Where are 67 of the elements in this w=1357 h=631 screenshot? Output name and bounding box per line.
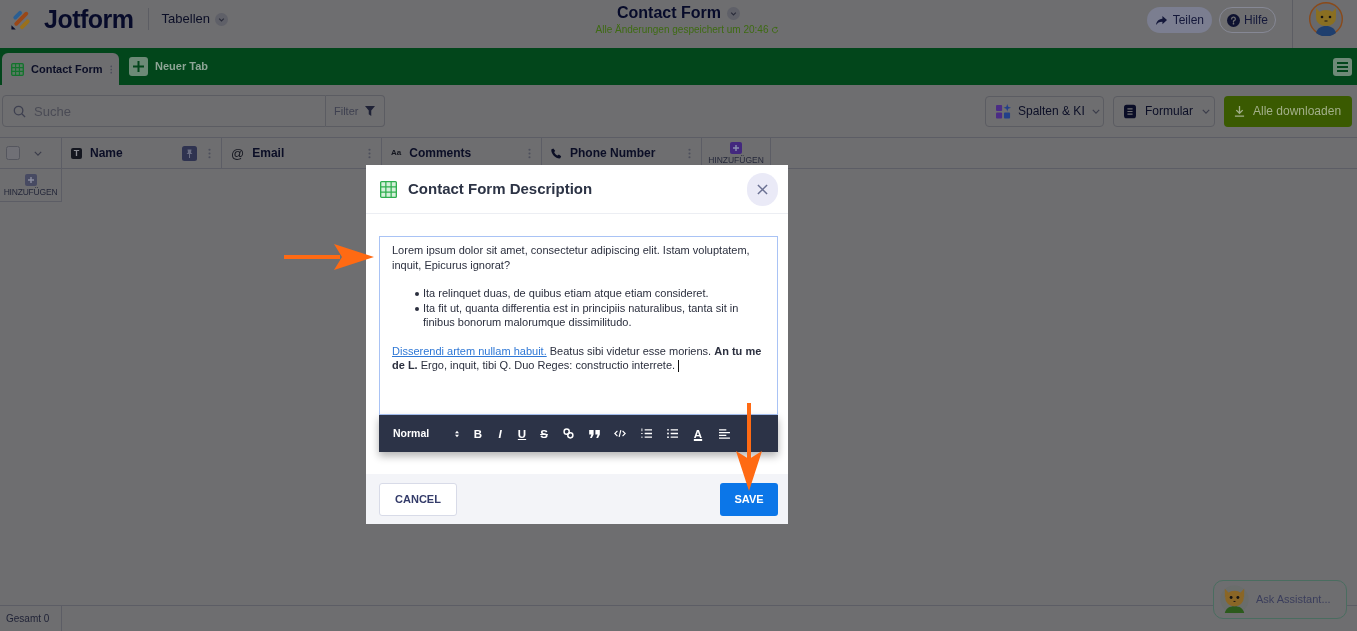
form-button[interactable]: Formular <box>1113 95 1215 127</box>
plus-icon <box>129 57 148 76</box>
phone-icon <box>551 147 562 159</box>
brand-name[interactable]: Jotform <box>44 6 134 32</box>
cancel-button[interactable]: CANCEL <box>379 482 457 516</box>
table-grid-icon <box>380 180 397 198</box>
select-all-checkbox[interactable] <box>6 146 20 160</box>
plus-icon <box>24 173 37 186</box>
bold-button[interactable]: B <box>473 426 483 441</box>
text-editor[interactable] <box>379 236 778 415</box>
pin-icon[interactable] <box>182 145 197 161</box>
cat-avatar-icon[interactable] <box>1309 2 1343 36</box>
bullet-icon <box>415 306 419 311</box>
download-all-button[interactable]: Alle downloaden <box>1224 95 1352 127</box>
search-icon <box>13 105 26 118</box>
quote-icon[interactable] <box>588 429 600 438</box>
chevron-down-icon[interactable] <box>34 150 42 156</box>
dialog-title: Contact Form Description <box>408 178 593 199</box>
columns-ai-button[interactable]: Spalten & KI <box>985 95 1104 127</box>
numbered-list-icon[interactable] <box>640 428 652 439</box>
underline-button[interactable]: U <box>517 426 527 441</box>
total-count: Gesamt 0 <box>6 612 50 626</box>
chevron-down-icon <box>215 12 228 26</box>
chevron-down-icon <box>1091 108 1100 114</box>
sparkle-grid-icon <box>996 103 1011 119</box>
menu-icon[interactable] <box>1333 57 1352 76</box>
close-button[interactable] <box>747 172 778 206</box>
bullet-icon <box>415 292 419 296</box>
chevron-down-icon[interactable] <box>727 6 740 20</box>
save-status: Alle Änderungen gespeichert um 20:46 <box>595 23 769 36</box>
up-down-caret-icon <box>455 429 459 438</box>
add-row-button[interactable]: HINZUFÜGEN <box>0 169 62 202</box>
bullet-list-icon[interactable] <box>666 428 678 439</box>
save-button[interactable]: SAVE <box>720 482 778 516</box>
strikethrough-button[interactable]: S <box>540 426 548 441</box>
text-type-icon: T <box>71 147 82 159</box>
close-icon <box>757 183 768 195</box>
table-grid-icon <box>11 62 24 76</box>
text-size-icon: Aa <box>391 149 402 157</box>
plus-icon <box>730 141 742 154</box>
list-item: Ita fit ut, quanta differentia est in principiis naturalibus, tanta sit in finibus bonorum malorumque dissimilitudo. <box>423 300 740 330</box>
text-color-button[interactable]: A <box>693 426 703 441</box>
editor-paragraph: Lorem ipsum dolor sit amet, consectetur adipiscing elit. Istam voluptatem, inquit, Epicurus ignorat? <box>392 243 751 272</box>
share-arrow-icon <box>1154 14 1168 26</box>
text-link[interactable]: Disserendi artem nullam habuit. <box>392 344 547 357</box>
new-tab-button[interactable]: Neuer Tab <box>129 57 208 76</box>
funnel-icon <box>365 106 376 116</box>
link-icon[interactable] <box>562 428 574 439</box>
form-title[interactable]: Contact Form <box>617 3 721 23</box>
format-select[interactable]: Normal <box>393 425 459 442</box>
column-header[interactable]: T Name <box>62 138 222 168</box>
chevron-down-icon <box>1202 108 1210 114</box>
form-icon <box>1124 103 1136 119</box>
align-left-icon[interactable] <box>718 428 730 439</box>
code-icon[interactable] <box>614 429 626 438</box>
refresh-icon <box>771 25 780 34</box>
at-sign-icon: @ <box>231 146 245 160</box>
italic-button[interactable]: I <box>498 426 502 441</box>
text-cursor <box>678 360 680 373</box>
download-icon <box>1234 105 1245 117</box>
tab[interactable]: Contact Form <box>2 53 119 85</box>
section-dropdown[interactable]: Tabellen <box>161 9 228 29</box>
share-button[interactable]: Teilen <box>1146 7 1212 33</box>
editor-paragraph: Disserendi artem nullam habuit. Beatus sibi videtur esse moriens. An tu me de L. Ergo, inquit, tibi Q. Duo Reges: constructio interrete. <box>392 343 763 373</box>
help-icon <box>1227 13 1240 27</box>
tab-label: Contact Form <box>31 61 103 77</box>
list-item: Ita relinquet duas, de quibus etiam atque etiam consideret. <box>423 286 709 301</box>
